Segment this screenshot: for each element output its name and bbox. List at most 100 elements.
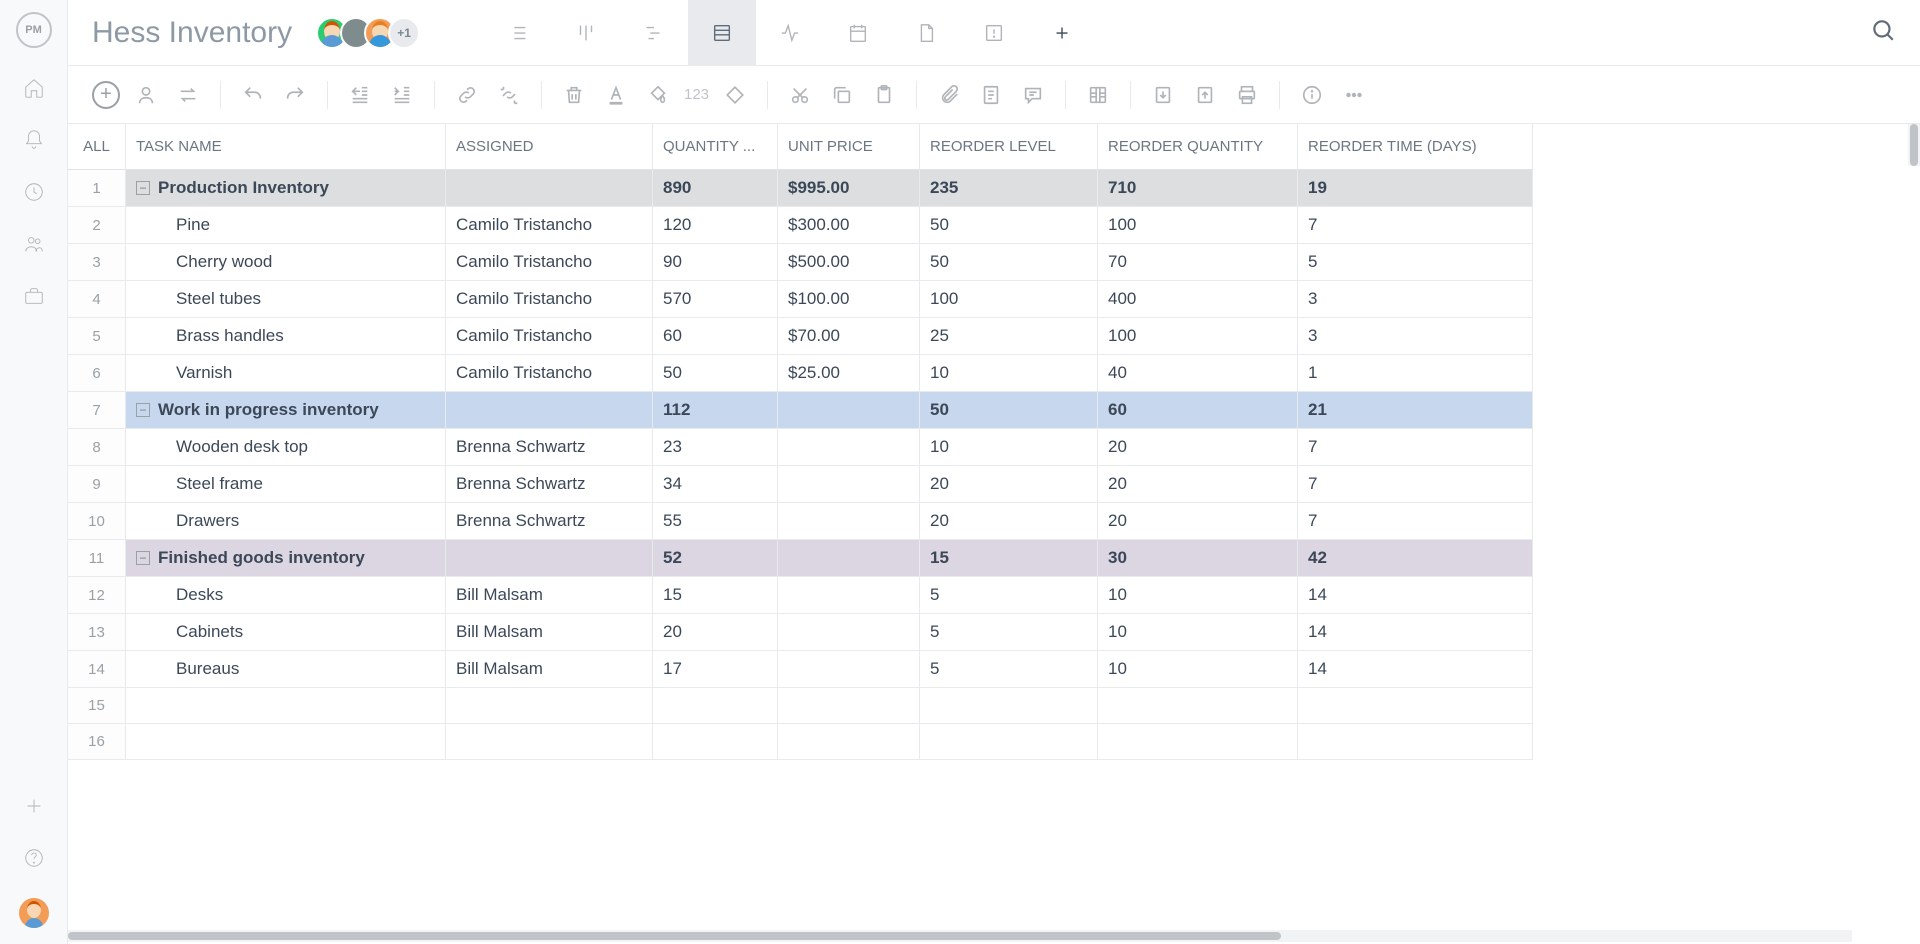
reorder-level-cell[interactable] — [920, 688, 1098, 724]
reorder-qty-cell[interactable]: 10 — [1098, 614, 1298, 651]
col-header-assigned[interactable]: ASSIGNED — [446, 124, 653, 170]
gantt-view-tab[interactable] — [620, 0, 688, 66]
risk-view-tab[interactable] — [960, 0, 1028, 66]
columns-button[interactable] — [1082, 79, 1114, 111]
unit-price-cell[interactable] — [778, 688, 920, 724]
reorder-time-cell[interactable]: 19 — [1298, 170, 1533, 207]
reorder-qty-cell[interactable]: 20 — [1098, 503, 1298, 540]
task-name-cell[interactable]: Varnish — [126, 355, 446, 392]
export-button[interactable] — [1189, 79, 1221, 111]
reorder-level-cell[interactable]: 5 — [920, 614, 1098, 651]
assigned-cell[interactable]: Camilo Tristancho — [446, 355, 653, 392]
task-name-cell[interactable]: Cherry wood — [126, 244, 446, 281]
task-name-cell[interactable]: −Work in progress inventory — [126, 392, 446, 429]
col-header-all[interactable]: ALL — [68, 124, 126, 170]
reorder-level-cell[interactable]: 50 — [920, 244, 1098, 281]
reorder-level-cell[interactable]: 20 — [920, 503, 1098, 540]
add-task-button[interactable]: + — [92, 81, 120, 109]
reorder-qty-cell[interactable]: 10 — [1098, 651, 1298, 688]
assigned-cell[interactable] — [446, 392, 653, 429]
task-name-cell[interactable]: Brass handles — [126, 318, 446, 355]
quantity-cell[interactable]: 20 — [653, 614, 778, 651]
reorder-qty-cell[interactable]: 20 — [1098, 429, 1298, 466]
quantity-cell[interactable]: 120 — [653, 207, 778, 244]
assigned-cell[interactable]: Camilo Tristancho — [446, 207, 653, 244]
people-icon[interactable] — [22, 232, 46, 256]
assigned-cell[interactable]: Camilo Tristancho — [446, 318, 653, 355]
reorder-level-cell[interactable]: 5 — [920, 577, 1098, 614]
reorder-level-cell[interactable]: 100 — [920, 281, 1098, 318]
quantity-cell[interactable]: 17 — [653, 651, 778, 688]
unit-price-cell[interactable] — [778, 614, 920, 651]
bell-icon[interactable] — [22, 128, 46, 152]
task-name-cell[interactable]: Drawers — [126, 503, 446, 540]
text-color-button[interactable] — [600, 79, 632, 111]
assigned-cell[interactable] — [446, 724, 653, 760]
unit-price-cell[interactable] — [778, 429, 920, 466]
clock-icon[interactable] — [22, 180, 46, 204]
assigned-cell[interactable] — [446, 688, 653, 724]
unit-price-cell[interactable]: $995.00 — [778, 170, 920, 207]
row-number[interactable]: 12 — [68, 577, 126, 614]
notes-button[interactable] — [975, 79, 1007, 111]
task-name-cell[interactable]: Steel frame — [126, 466, 446, 503]
assigned-cell[interactable]: Bill Malsam — [446, 614, 653, 651]
task-name-cell[interactable]: Steel tubes — [126, 281, 446, 318]
assigned-cell[interactable] — [446, 540, 653, 577]
quantity-cell[interactable]: 52 — [653, 540, 778, 577]
reorder-qty-cell[interactable]: 100 — [1098, 207, 1298, 244]
reorder-time-cell[interactable] — [1298, 688, 1533, 724]
quantity-cell[interactable]: 23 — [653, 429, 778, 466]
cut-button[interactable] — [784, 79, 816, 111]
reorder-level-cell[interactable]: 20 — [920, 466, 1098, 503]
reorder-level-cell[interactable]: 50 — [920, 207, 1098, 244]
collapse-toggle-icon[interactable]: − — [136, 403, 150, 417]
outdent-button[interactable] — [344, 79, 376, 111]
unit-price-cell[interactable]: $100.00 — [778, 281, 920, 318]
row-number[interactable]: 5 — [68, 318, 126, 355]
app-logo[interactable]: PM — [16, 12, 52, 48]
reorder-level-cell[interactable] — [920, 724, 1098, 760]
sheet-view-tab[interactable] — [688, 0, 756, 66]
unit-price-cell[interactable]: $25.00 — [778, 355, 920, 392]
unit-price-cell[interactable] — [778, 577, 920, 614]
col-header-rlevel[interactable]: REORDER LEVEL — [920, 124, 1098, 170]
task-name-cell[interactable]: Bureaus — [126, 651, 446, 688]
quantity-cell[interactable]: 60 — [653, 318, 778, 355]
undo-button[interactable] — [237, 79, 269, 111]
reorder-level-cell[interactable]: 10 — [920, 355, 1098, 392]
import-button[interactable] — [1147, 79, 1179, 111]
reorder-time-cell[interactable]: 14 — [1298, 614, 1533, 651]
reorder-level-cell[interactable]: 50 — [920, 392, 1098, 429]
unit-price-cell[interactable] — [778, 503, 920, 540]
task-name-cell[interactable] — [126, 688, 446, 724]
calendar-view-tab[interactable] — [824, 0, 892, 66]
col-header-task[interactable]: TASK NAME — [126, 124, 446, 170]
unit-price-cell[interactable] — [778, 392, 920, 429]
reorder-time-cell[interactable]: 3 — [1298, 281, 1533, 318]
reorder-level-cell[interactable]: 10 — [920, 429, 1098, 466]
assigned-cell[interactable]: Camilo Tristancho — [446, 281, 653, 318]
task-name-cell[interactable] — [126, 724, 446, 760]
task-name-cell[interactable]: Desks — [126, 577, 446, 614]
reorder-time-cell[interactable]: 1 — [1298, 355, 1533, 392]
reorder-qty-cell[interactable] — [1098, 724, 1298, 760]
comment-button[interactable] — [1017, 79, 1049, 111]
row-number[interactable]: 9 — [68, 466, 126, 503]
help-icon[interactable] — [22, 846, 46, 870]
unit-price-cell[interactable] — [778, 651, 920, 688]
redo-button[interactable] — [279, 79, 311, 111]
horizontal-scrollbar[interactable] — [68, 930, 1852, 942]
quantity-cell[interactable] — [653, 724, 778, 760]
fill-color-button[interactable] — [642, 79, 674, 111]
vertical-scrollbar[interactable] — [1908, 124, 1920, 166]
task-name-cell[interactable]: Wooden desk top — [126, 429, 446, 466]
reorder-time-cell[interactable]: 21 — [1298, 392, 1533, 429]
assigned-cell[interactable]: Camilo Tristancho — [446, 244, 653, 281]
reorder-qty-cell[interactable]: 710 — [1098, 170, 1298, 207]
reorder-qty-cell[interactable] — [1098, 688, 1298, 724]
row-number[interactable]: 2 — [68, 207, 126, 244]
assigned-cell[interactable]: Brenna Schwartz — [446, 503, 653, 540]
unit-price-cell[interactable]: $70.00 — [778, 318, 920, 355]
task-name-cell[interactable]: −Production Inventory — [126, 170, 446, 207]
